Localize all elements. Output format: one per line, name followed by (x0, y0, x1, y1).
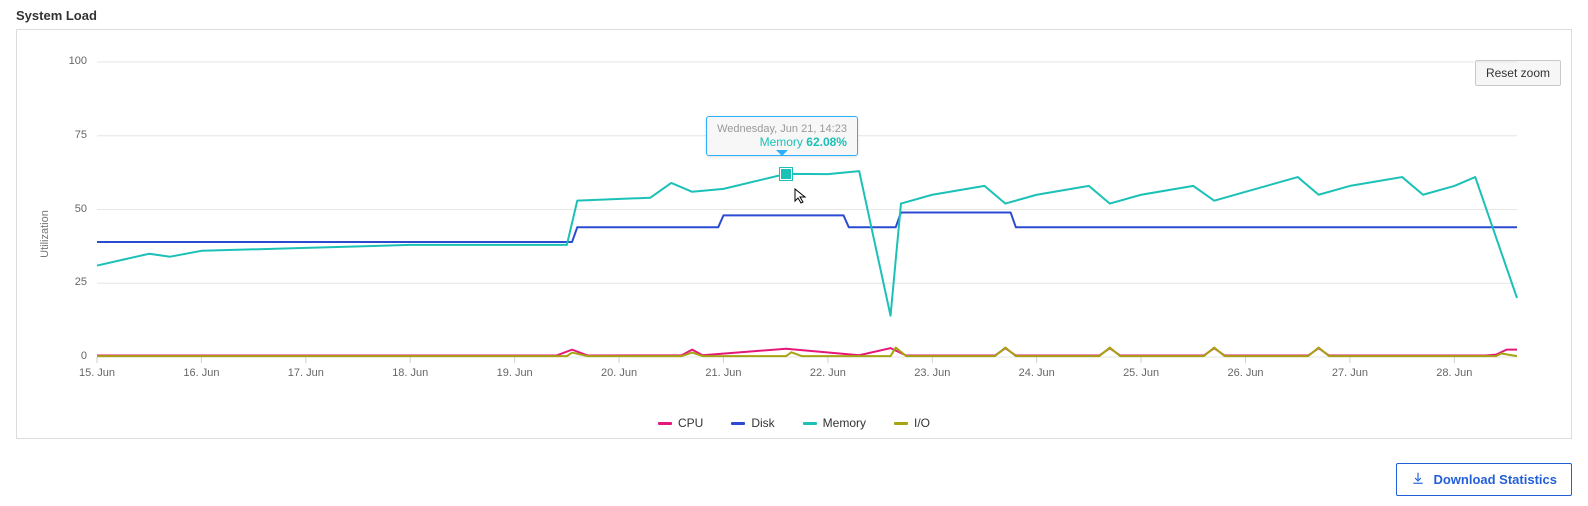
legend-label: Memory (823, 416, 866, 430)
legend-item-io[interactable]: I/O (894, 416, 930, 430)
download-icon (1411, 471, 1425, 488)
panel-title: System Load (16, 8, 1572, 23)
chart-panel: Reset zoom Utilization 0255075100 15. Ju… (16, 29, 1572, 439)
legend: CPU Disk Memory I/O (17, 414, 1571, 431)
legend-swatch-icon (894, 422, 908, 425)
hover-marker-icon (780, 168, 792, 180)
y-axis-label: Utilization (39, 210, 51, 258)
legend-label: CPU (678, 416, 703, 430)
legend-swatch-icon (803, 422, 817, 425)
legend-label: I/O (914, 416, 930, 430)
series-cpu (97, 348, 1517, 355)
series-disk (97, 212, 1517, 242)
chart-plot-area[interactable] (57, 42, 1527, 377)
tooltip-value: 62.08% (806, 135, 847, 149)
series-memory (97, 171, 1517, 316)
legend-label: Disk (751, 416, 774, 430)
legend-item-cpu[interactable]: CPU (658, 416, 703, 430)
download-statistics-button[interactable]: Download Statistics (1396, 463, 1572, 496)
tooltip-series: Memory (760, 135, 803, 149)
legend-swatch-icon (731, 422, 745, 425)
tooltip: Wednesday, Jun 21, 14:23 Memory 62.08% (706, 116, 858, 156)
tooltip-date: Wednesday, Jun 21, 14:23 (717, 123, 847, 135)
download-label: Download Statistics (1433, 472, 1557, 487)
legend-swatch-icon (658, 422, 672, 425)
legend-item-disk[interactable]: Disk (731, 416, 774, 430)
legend-item-memory[interactable]: Memory (803, 416, 866, 430)
